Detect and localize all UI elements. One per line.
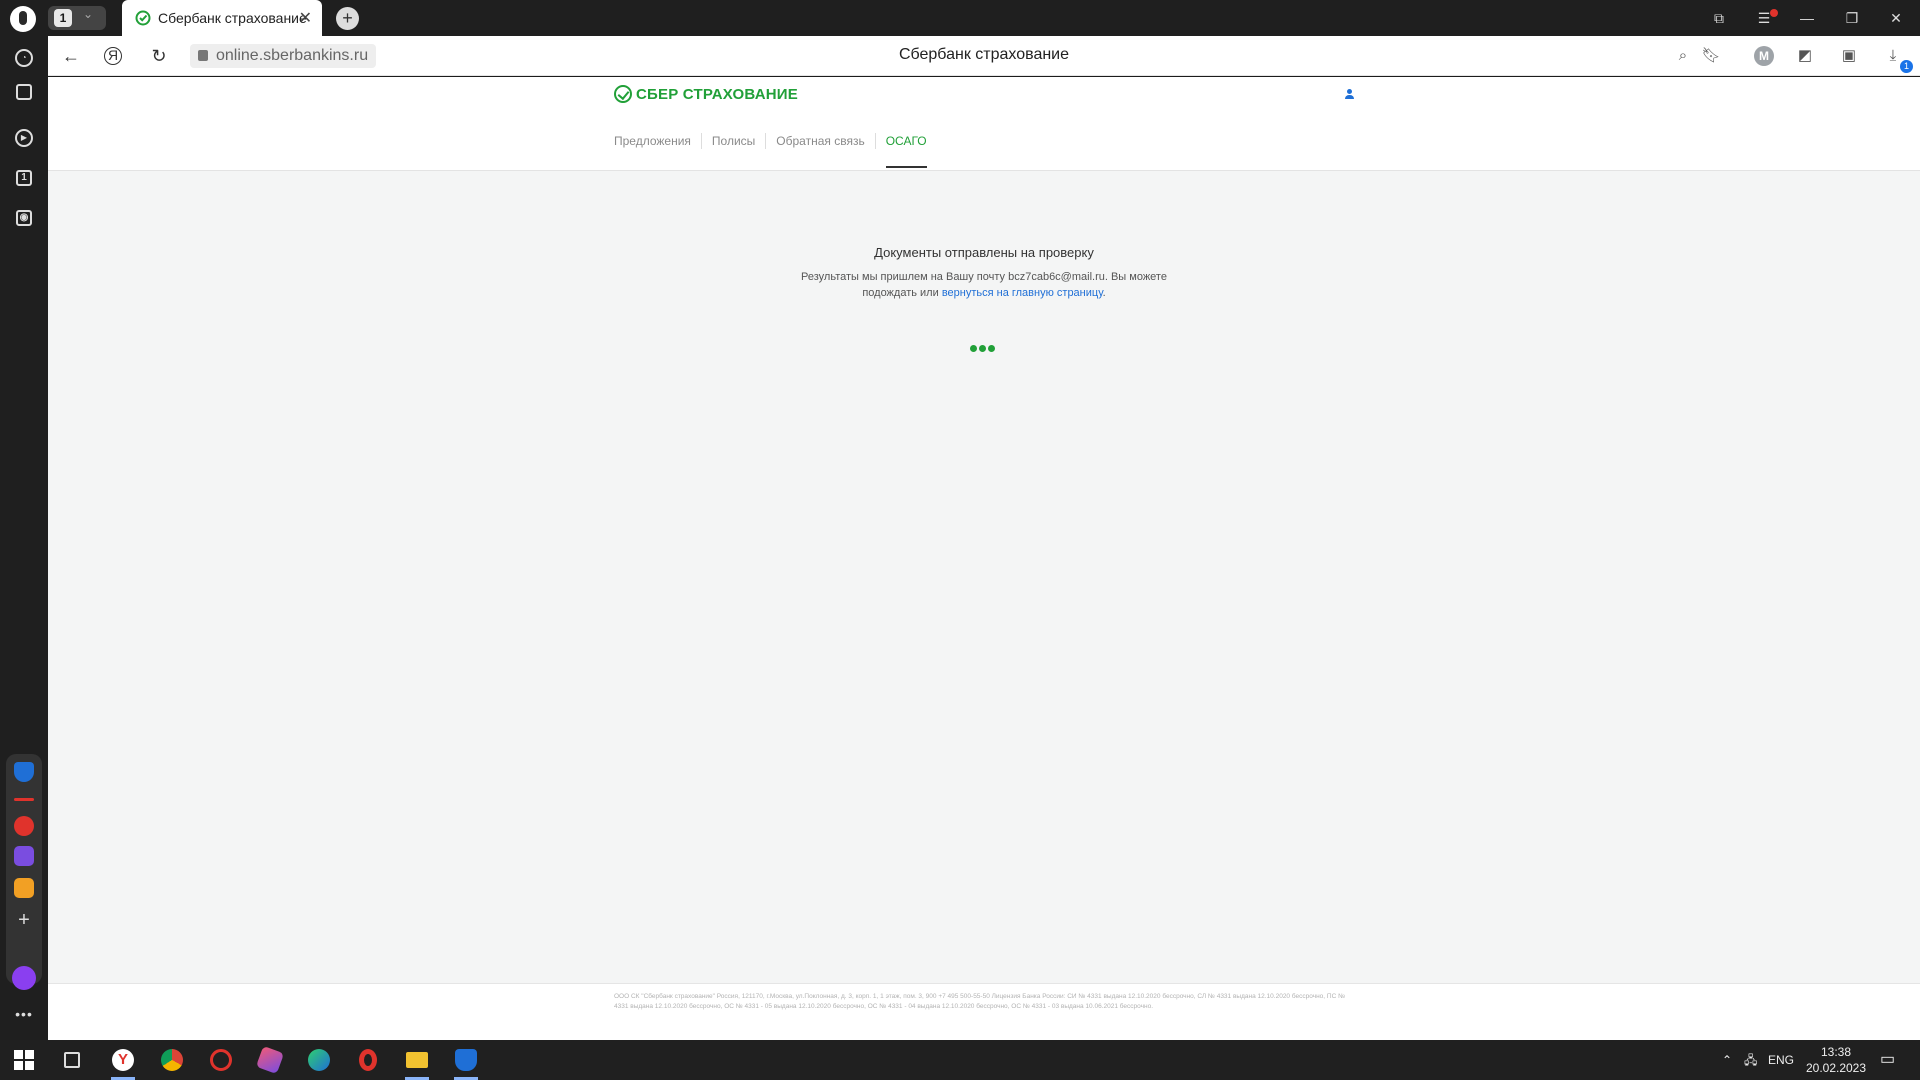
- windows-taskbar: Y ⌃ 🖧︎ ENG 13:38 20.02.2023 ▭: [0, 1040, 1920, 1080]
- back-icon[interactable]: ←: [60, 45, 82, 67]
- task-view-button[interactable]: [52, 1044, 92, 1076]
- alice-icon[interactable]: [12, 966, 36, 990]
- shield-app-icon: [455, 1049, 477, 1071]
- address-bar: ← Я ↻ online.sberbankins.ru Сбербанк стр…: [48, 36, 1920, 76]
- status-title: Документы отправлены на проверку: [874, 245, 1094, 260]
- windows-logo-icon: [14, 1050, 34, 1070]
- pinned-apps-group: +: [6, 754, 42, 984]
- chrome-icon: [161, 1049, 183, 1071]
- mail-icon[interactable]: [14, 878, 34, 898]
- tray-overflow-icon[interactable]: ⌃: [1722, 1040, 1732, 1080]
- opera-gx-icon: [210, 1049, 232, 1071]
- site-footer: ООО СК "Сбербанк страхование" Россия, 12…: [48, 983, 1920, 1040]
- home-link[interactable]: вернуться на главную страницу: [942, 287, 1103, 299]
- url-field[interactable]: online.sberbankins.ru: [190, 44, 377, 68]
- sber-logo[interactable]: СБЕР СТРАХОВАНИЕ: [614, 85, 798, 103]
- status-message-line2: подождать или вернуться на главную стран…: [48, 285, 1920, 301]
- bookmarks-icon[interactable]: ⧉: [1707, 6, 1731, 30]
- url-text: online.sberbankins.ru: [216, 47, 369, 64]
- play-icon[interactable]: ▶: [12, 124, 36, 148]
- status-message: Результаты мы пришлем на Вашу почту bcz7…: [48, 269, 1920, 301]
- network-icon[interactable]: 🖧︎: [1744, 1040, 1757, 1080]
- app-icon: [255, 1045, 285, 1075]
- browser-tab-strip: 1 ⌄ Сбербанк страхование ✕ + ⧉ ☰ — ❐ ✕: [0, 0, 1920, 36]
- user-icon[interactable]: [1344, 89, 1354, 99]
- chevron-down-icon: ⌄: [83, 7, 94, 21]
- nav-feedback[interactable]: Обратная связь: [776, 134, 864, 148]
- shield-icon[interactable]: [14, 762, 34, 782]
- restore-button[interactable]: ❐: [1840, 6, 1864, 30]
- divider-app-icon[interactable]: [14, 798, 34, 801]
- sidebar-panel-icon[interactable]: ▣: [1838, 45, 1860, 67]
- status-message-prefix: подождать или: [862, 287, 939, 299]
- bookmark-icon[interactable]: 🔖︎: [1700, 45, 1722, 67]
- history-icon[interactable]: ◔: [12, 44, 36, 68]
- taskbar-opera[interactable]: [348, 1044, 388, 1076]
- new-tab-button[interactable]: +: [336, 7, 359, 30]
- site-nav: Предложения Полисы Обратная связь ОСАГО: [614, 133, 927, 168]
- nav-divider: [700, 133, 702, 149]
- nav-divider: [765, 133, 767, 149]
- taskbar-chrome[interactable]: [152, 1044, 192, 1076]
- yandex-browser-icon: Y: [112, 1049, 134, 1071]
- taskbar-explorer[interactable]: [397, 1044, 437, 1080]
- status-message-line1: Результаты мы пришлем на Вашу почту bcz7…: [801, 271, 1167, 283]
- loading-dot: [979, 345, 986, 352]
- loading-dot: [970, 345, 977, 352]
- tab-counter-button[interactable]: 1 ⌄: [48, 6, 106, 30]
- logo-text: СБЕР СТРАХОВАНИЕ: [636, 85, 798, 103]
- footer-legal-text: ООО СК "Сбербанк страхование" Россия, 12…: [614, 993, 1346, 1010]
- web-page: СБЕР СТРАХОВАНИЕ Предложения Полисы Обра…: [48, 77, 1920, 1040]
- collections-icon[interactable]: [12, 84, 36, 108]
- profile-icon[interactable]: [10, 6, 36, 32]
- opera-icon: [359, 1049, 377, 1071]
- windows-start-button[interactable]: [4, 1044, 44, 1076]
- nav-policies[interactable]: Полисы: [712, 134, 755, 148]
- sber-check-icon: [614, 85, 632, 103]
- tabs-number-icon[interactable]: 1: [12, 164, 36, 188]
- clock-date: 20.02.2023: [1805, 1061, 1867, 1075]
- nav-divider: [874, 133, 876, 149]
- add-app-icon[interactable]: +: [14, 910, 34, 930]
- close-window-button[interactable]: ✕: [1884, 6, 1908, 30]
- extension-icon[interactable]: ◩: [1794, 45, 1816, 67]
- lock-icon: [198, 50, 208, 61]
- translate-icon[interactable]: ⌕: [1672, 45, 1694, 67]
- taskbar-yandex-browser[interactable]: Y: [103, 1044, 143, 1080]
- reload-icon[interactable]: ↻: [148, 45, 170, 67]
- download-count-badge: 1: [1900, 60, 1913, 73]
- car-icon[interactable]: [14, 816, 34, 836]
- site-header: СБЕР СТРАХОВАНИЕ Предложения Полисы Обра…: [48, 77, 1920, 171]
- task-view-icon: [64, 1052, 80, 1068]
- minimize-button[interactable]: —: [1795, 6, 1819, 30]
- taskbar-app-purple[interactable]: [250, 1044, 290, 1076]
- nav-osago[interactable]: ОСАГО: [885, 134, 927, 168]
- clock[interactable]: 13:38 20.02.2023: [1786, 1044, 1886, 1076]
- account-avatar[interactable]: M: [1754, 46, 1774, 66]
- close-tab-icon[interactable]: ✕: [299, 8, 312, 28]
- yandex-icon[interactable]: Я: [104, 47, 122, 65]
- status-message-suffix: .: [1102, 287, 1106, 299]
- tab-title: Сбербанк страхование: [158, 10, 307, 26]
- folder-icon: [406, 1052, 428, 1068]
- notification-dot: [1770, 9, 1778, 17]
- twitch-icon[interactable]: [14, 846, 34, 866]
- clock-time: 13:38: [1820, 1045, 1852, 1059]
- notifications-icon[interactable]: ▭: [1880, 1040, 1895, 1080]
- more-icon[interactable]: •••: [12, 1002, 36, 1026]
- browser-sidebar: ◔ ▶ 1 ◉ + •••: [0, 36, 48, 1040]
- loading-indicator: [970, 345, 995, 352]
- loading-dot: [988, 345, 995, 352]
- edge-icon: [308, 1049, 330, 1071]
- sber-favicon-icon: [135, 10, 151, 26]
- taskbar-app-blue[interactable]: [446, 1044, 486, 1080]
- browser-tab[interactable]: Сбербанк страхование ✕: [122, 0, 322, 36]
- taskbar-edge[interactable]: [299, 1044, 339, 1076]
- nav-offers[interactable]: Предложения: [614, 134, 691, 148]
- tab-count: 1: [54, 9, 72, 27]
- screenshot-icon[interactable]: ◉: [12, 204, 36, 228]
- taskbar-opera-gx[interactable]: [201, 1044, 241, 1076]
